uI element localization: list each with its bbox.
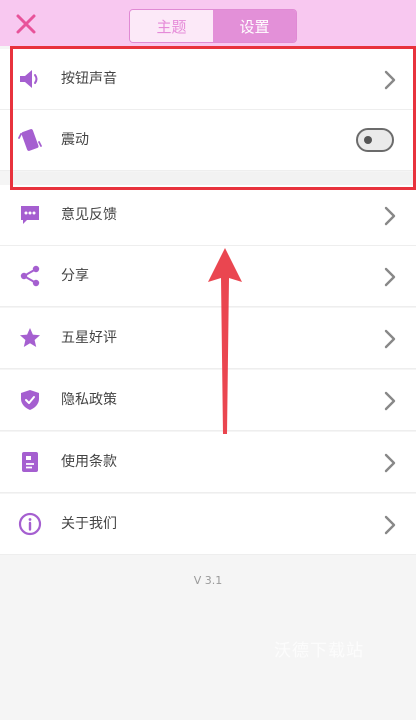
feedback-chat-icon <box>21 206 39 224</box>
settings-row-feedback[interactable]: 意见反馈 <box>0 185 416 246</box>
vibration-toggle[interactable] <box>356 128 394 152</box>
settings-row-vibration: 震动 <box>0 110 416 171</box>
document-icon <box>22 452 38 472</box>
speaker-icon <box>20 70 38 88</box>
watermark-text: 沃德下载站 <box>274 641 364 661</box>
settings-screen: 主题 设置 按钮声音 震动 意见反馈 分享 五星好评 隐私政策 使用条款 关于我… <box>0 0 416 720</box>
settings-row-label: 关于我们 <box>61 516 117 532</box>
annotation-arrow-up <box>208 248 242 434</box>
tab-settings[interactable]: 设置 <box>213 10 296 42</box>
settings-row-label: 分享 <box>61 268 89 284</box>
settings-row-label: 震动 <box>61 132 89 148</box>
settings-row-label: 五星好评 <box>61 330 117 346</box>
chevron-right-icon <box>384 391 396 411</box>
tab-theme[interactable]: 主题 <box>130 10 213 42</box>
theme-settings-segmented-control: 主题 设置 <box>129 9 297 43</box>
chevron-right-icon <box>384 453 396 473</box>
settings-row-button-sound[interactable]: 按钮声音 <box>0 49 416 110</box>
vibrate-phone-icon <box>18 129 42 151</box>
chevron-right-icon <box>384 267 396 287</box>
share-icon <box>20 265 40 287</box>
top-bar: 主题 设置 <box>0 0 416 46</box>
settings-row-label: 按钮声音 <box>61 71 117 87</box>
shield-check-icon <box>21 390 39 410</box>
chevron-right-icon <box>384 329 396 349</box>
settings-row-label: 隐私政策 <box>61 392 117 408</box>
close-icon[interactable] <box>14 12 38 36</box>
toggle-knob <box>364 136 372 144</box>
chevron-right-icon <box>384 515 396 535</box>
chevron-right-icon <box>384 206 396 226</box>
app-version: V 3.1 <box>193 574 223 587</box>
settings-row-label: 使用条款 <box>61 454 117 470</box>
settings-row-terms[interactable]: 使用条款 <box>0 432 416 493</box>
settings-row-about[interactable]: 关于我们 <box>0 494 416 555</box>
chevron-right-icon <box>384 70 396 90</box>
settings-row-label: 意见反馈 <box>61 207 117 223</box>
star-icon <box>20 328 40 347</box>
info-icon <box>18 512 42 536</box>
